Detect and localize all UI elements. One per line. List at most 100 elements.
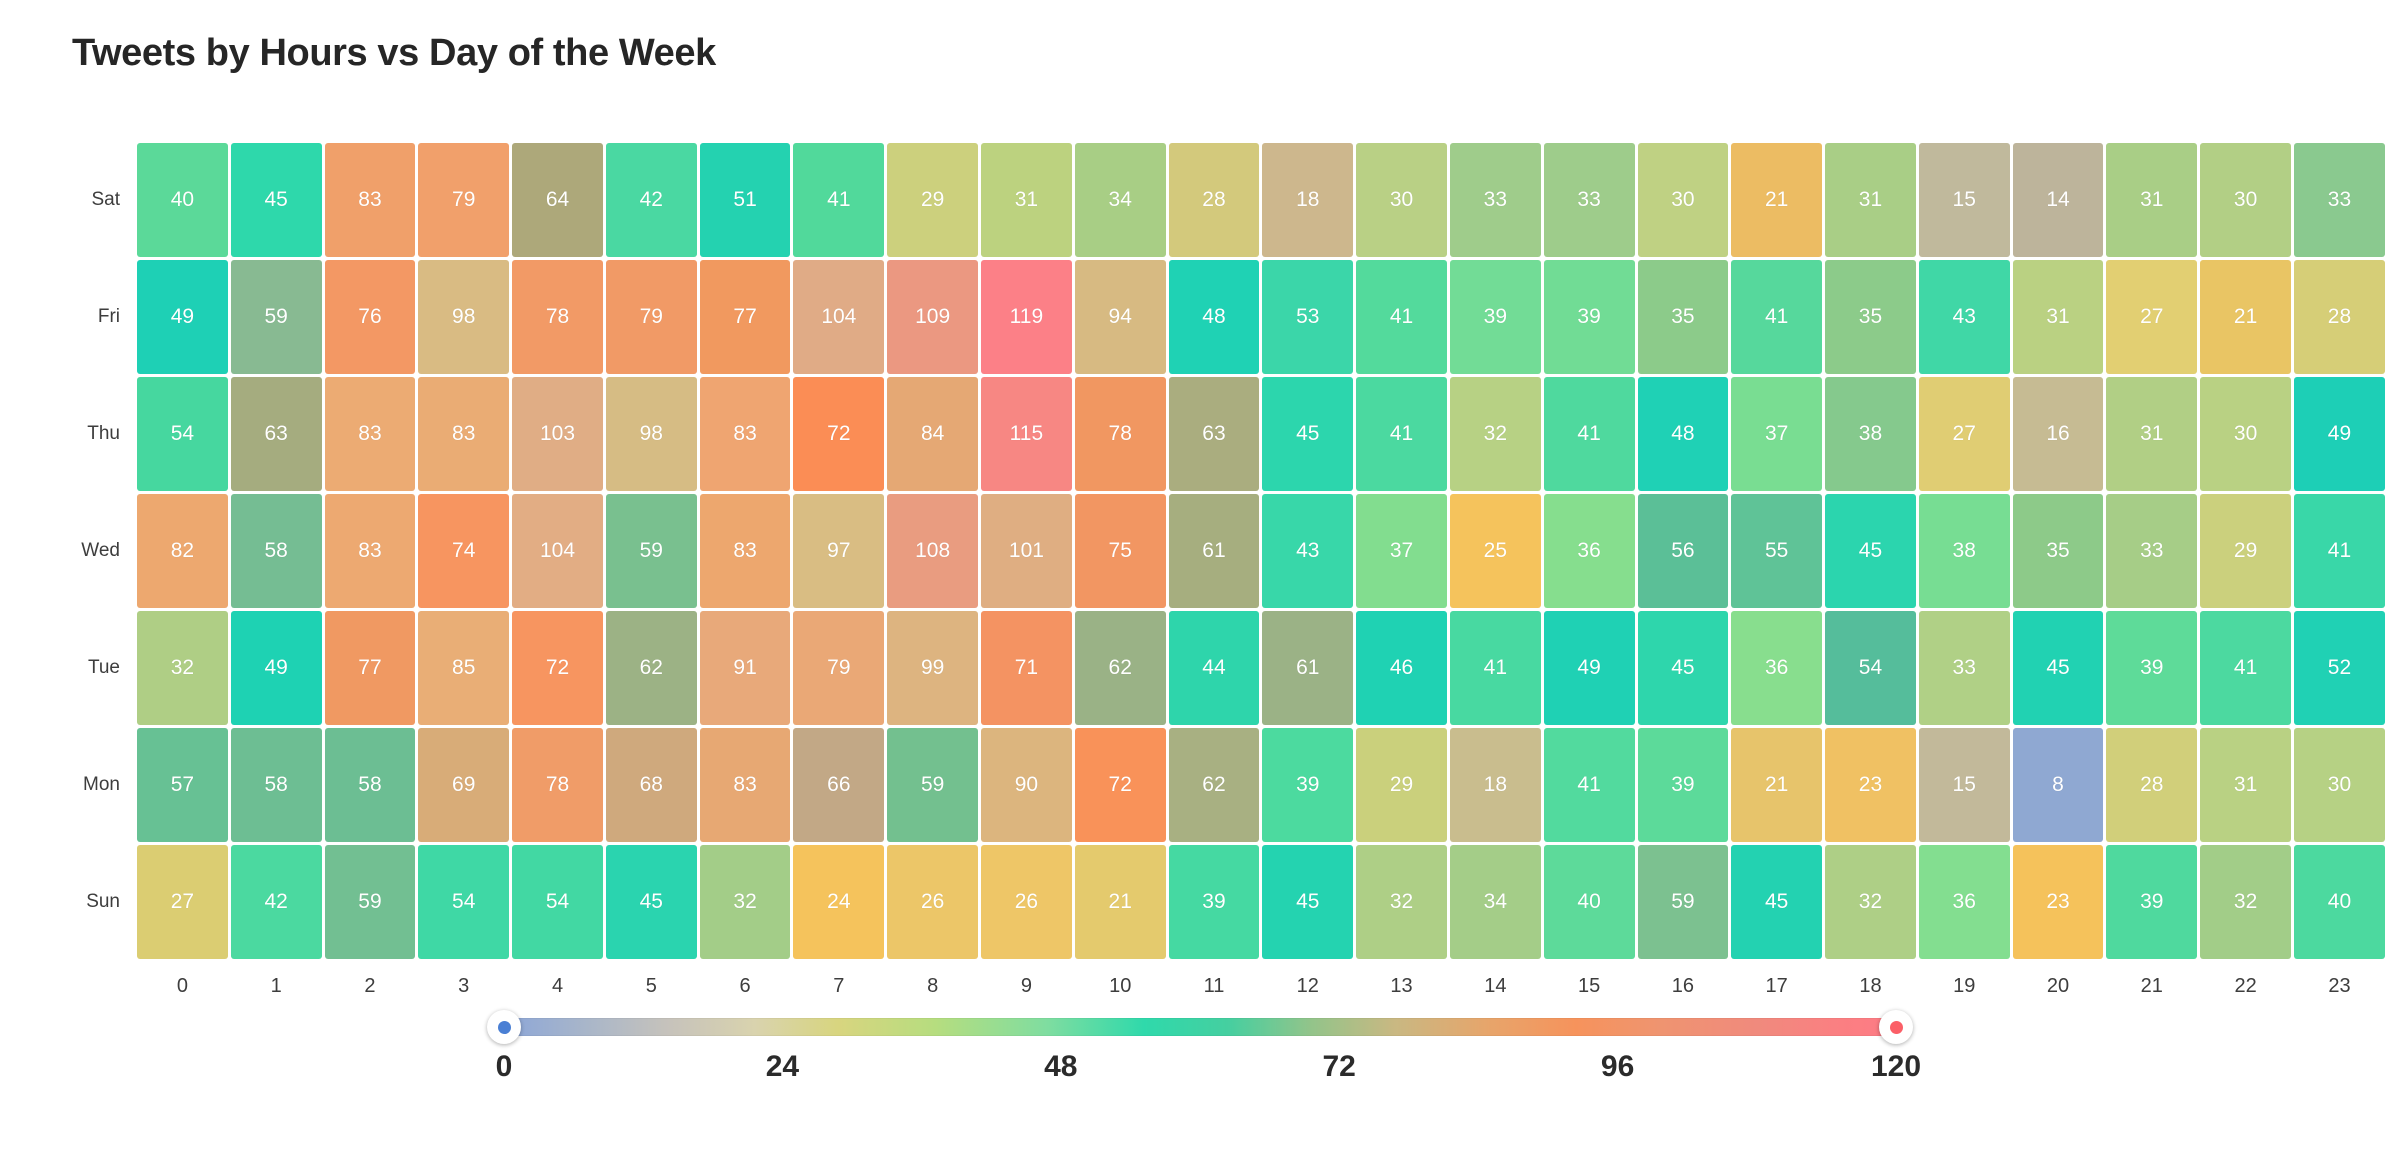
heatmap-cell[interactable]: 72 <box>793 377 885 491</box>
heatmap-cell[interactable]: 66 <box>793 728 885 842</box>
heatmap-cell[interactable]: 29 <box>1356 728 1447 842</box>
heatmap-cell[interactable]: 49 <box>1543 611 1635 725</box>
heatmap-cell[interactable]: 27 <box>137 845 228 959</box>
heatmap-cell[interactable]: 41 <box>1543 377 1635 491</box>
heatmap-cell[interactable]: 71 <box>981 611 1072 725</box>
heatmap-cell[interactable]: 21 <box>1074 845 1166 959</box>
heatmap-cell[interactable]: 39 <box>1637 728 1729 842</box>
heatmap-cell[interactable]: 25 <box>1449 494 1541 608</box>
heatmap-cell[interactable]: 83 <box>699 377 791 491</box>
heatmap-cell[interactable]: 98 <box>418 260 510 374</box>
heatmap-cell[interactable]: 63 <box>1168 377 1260 491</box>
heatmap-cell[interactable]: 33 <box>1543 143 1635 257</box>
heatmap-cell[interactable]: 41 <box>1356 260 1447 374</box>
heatmap-cell[interactable]: 31 <box>2106 377 2198 491</box>
heatmap-cell[interactable]: 39 <box>2106 845 2198 959</box>
heatmap-cell[interactable]: 46 <box>1356 611 1447 725</box>
heatmap-cell[interactable]: 69 <box>418 728 510 842</box>
heatmap-cell[interactable]: 33 <box>1918 611 2010 725</box>
heatmap-cell[interactable]: 79 <box>418 143 510 257</box>
heatmap-cell[interactable]: 41 <box>1731 260 1823 374</box>
heatmap-cell[interactable]: 94 <box>1074 260 1166 374</box>
heatmap-cell[interactable]: 28 <box>1168 143 1260 257</box>
heatmap-cell[interactable]: 55 <box>1731 494 1823 608</box>
heatmap-cell[interactable]: 85 <box>418 611 510 725</box>
heatmap-cell[interactable]: 21 <box>2200 260 2291 374</box>
heatmap-cell[interactable]: 104 <box>793 260 885 374</box>
heatmap-cell[interactable]: 115 <box>981 377 1072 491</box>
heatmap-cell[interactable]: 8 <box>2012 728 2104 842</box>
heatmap-cell[interactable]: 54 <box>512 845 603 959</box>
heatmap-cell[interactable]: 45 <box>1825 494 1916 608</box>
heatmap-cell[interactable]: 62 <box>605 611 697 725</box>
heatmap-cell[interactable]: 78 <box>512 728 603 842</box>
heatmap-cell[interactable]: 83 <box>699 728 791 842</box>
heatmap-cell[interactable]: 41 <box>2200 611 2291 725</box>
heatmap-cell[interactable]: 33 <box>2293 143 2385 257</box>
heatmap-cell[interactable]: 32 <box>137 611 228 725</box>
heatmap-cell[interactable]: 74 <box>418 494 510 608</box>
heatmap-cell[interactable]: 54 <box>137 377 228 491</box>
heatmap-cell[interactable]: 32 <box>1356 845 1447 959</box>
heatmap-cell[interactable]: 45 <box>2012 611 2104 725</box>
heatmap-cell[interactable]: 30 <box>2293 728 2385 842</box>
heatmap-cell[interactable]: 75 <box>1074 494 1166 608</box>
heatmap-cell[interactable]: 83 <box>324 143 416 257</box>
heatmap-cell[interactable]: 39 <box>1262 728 1354 842</box>
heatmap-cell[interactable]: 59 <box>887 728 979 842</box>
heatmap-cell[interactable]: 91 <box>699 611 791 725</box>
heatmap-cell[interactable]: 40 <box>2293 845 2385 959</box>
heatmap-cell[interactable]: 40 <box>1543 845 1635 959</box>
legend-max-handle[interactable] <box>1879 1010 1913 1044</box>
heatmap-cell[interactable]: 41 <box>1356 377 1447 491</box>
heatmap-cell[interactable]: 23 <box>2012 845 2104 959</box>
heatmap-cell[interactable]: 32 <box>2200 845 2291 959</box>
heatmap-cell[interactable]: 24 <box>793 845 885 959</box>
heatmap-cell[interactable]: 30 <box>1356 143 1447 257</box>
heatmap-cell[interactable]: 109 <box>887 260 979 374</box>
heatmap-cell[interactable]: 83 <box>418 377 510 491</box>
heatmap-cell[interactable]: 83 <box>324 377 416 491</box>
heatmap-cell[interactable]: 31 <box>1825 143 1916 257</box>
heatmap-cell[interactable]: 35 <box>1825 260 1916 374</box>
heatmap-cell[interactable]: 58 <box>230 494 322 608</box>
heatmap-cell[interactable]: 35 <box>2012 494 2104 608</box>
heatmap-cell[interactable]: 59 <box>324 845 416 959</box>
heatmap-cell[interactable]: 29 <box>2200 494 2291 608</box>
heatmap-cell[interactable]: 36 <box>1731 611 1823 725</box>
heatmap-cell[interactable]: 26 <box>981 845 1072 959</box>
heatmap-cell[interactable]: 29 <box>887 143 979 257</box>
heatmap-cell[interactable]: 61 <box>1168 494 1260 608</box>
heatmap-cell[interactable]: 72 <box>512 611 603 725</box>
heatmap-cell[interactable]: 82 <box>137 494 228 608</box>
heatmap-cell[interactable]: 34 <box>1449 845 1541 959</box>
heatmap-cell[interactable]: 18 <box>1262 143 1354 257</box>
heatmap-cell[interactable]: 54 <box>418 845 510 959</box>
heatmap-cell[interactable]: 38 <box>1825 377 1916 491</box>
heatmap-cell[interactable]: 31 <box>2200 728 2291 842</box>
heatmap-cell[interactable]: 77 <box>699 260 791 374</box>
heatmap-cell[interactable]: 59 <box>230 260 322 374</box>
heatmap-cell[interactable]: 63 <box>230 377 322 491</box>
heatmap-cell[interactable]: 77 <box>324 611 416 725</box>
heatmap-cell[interactable]: 59 <box>605 494 697 608</box>
heatmap-cell[interactable]: 38 <box>1918 494 2010 608</box>
heatmap-cell[interactable]: 32 <box>1825 845 1916 959</box>
heatmap-cell[interactable]: 31 <box>2012 260 2104 374</box>
heatmap-cell[interactable]: 72 <box>1074 728 1166 842</box>
heatmap-cell[interactable]: 49 <box>137 260 228 374</box>
heatmap-cell[interactable]: 32 <box>699 845 791 959</box>
heatmap-cell[interactable]: 45 <box>1731 845 1823 959</box>
legend-slider[interactable] <box>487 1010 1913 1044</box>
heatmap-cell[interactable]: 31 <box>981 143 1072 257</box>
heatmap-cell[interactable]: 14 <box>2012 143 2104 257</box>
heatmap-cell[interactable]: 30 <box>2200 143 2291 257</box>
heatmap-cell[interactable]: 44 <box>1168 611 1260 725</box>
heatmap-cell[interactable]: 79 <box>793 611 885 725</box>
heatmap-cell[interactable]: 30 <box>2200 377 2291 491</box>
heatmap-cell[interactable]: 99 <box>887 611 979 725</box>
heatmap-cell[interactable]: 18 <box>1449 728 1541 842</box>
heatmap-cell[interactable]: 48 <box>1168 260 1260 374</box>
heatmap-cell[interactable]: 57 <box>137 728 228 842</box>
heatmap-cell[interactable]: 42 <box>230 845 322 959</box>
